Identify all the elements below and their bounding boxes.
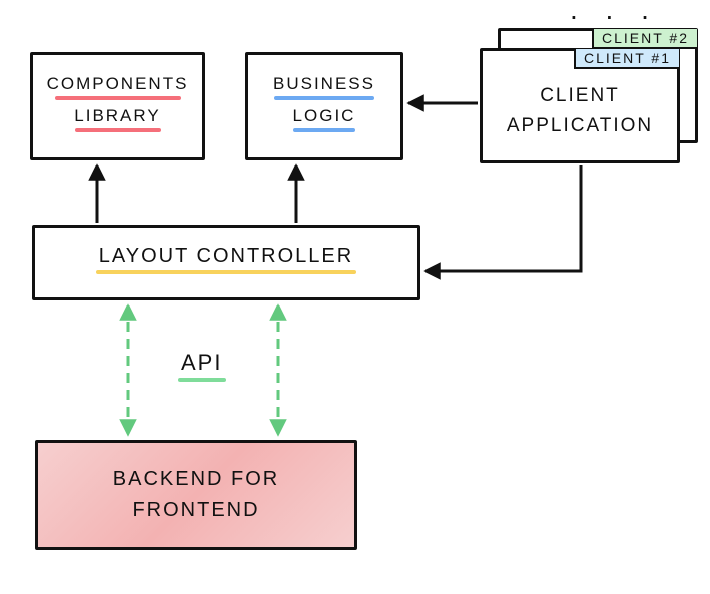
- diagram-canvas: . . . CLIENT #2 COMPONENTS LIBRARY BUSIN…: [0, 0, 710, 594]
- box-backend-for-frontend: BACKEND FOR FRONTEND: [35, 440, 357, 550]
- tag-client-1: CLIENT #1: [574, 49, 679, 69]
- underline-business: [274, 96, 374, 100]
- text-application: APPLICATION: [501, 115, 659, 137]
- underline-components: [55, 96, 181, 100]
- label-api: API: [175, 350, 228, 388]
- text-client: CLIENT: [534, 85, 626, 107]
- box-components-library: COMPONENTS LIBRARY: [30, 52, 205, 160]
- text-components: COMPONENTS: [41, 74, 195, 94]
- box-business-logic: BUSINESS LOGIC: [245, 52, 403, 160]
- text-api: API: [175, 350, 228, 376]
- arrow-client-to-layout: [425, 165, 581, 271]
- tag-client-2: CLIENT #2: [592, 29, 697, 49]
- text-logic: LOGIC: [287, 106, 362, 126]
- text-business: BUSINESS: [267, 74, 381, 94]
- underline-logic: [293, 128, 355, 132]
- underline-layout: [96, 270, 356, 274]
- text-bff-1: BACKEND FOR: [107, 468, 285, 491]
- ellipsis-icon: . . .: [570, 0, 659, 26]
- text-layout-controller: LAYOUT CONTROLLER: [93, 245, 359, 268]
- underline-library: [75, 128, 161, 132]
- box-client-app-1: CLIENT #1 CLIENT APPLICATION: [480, 48, 680, 163]
- box-layout-controller: LAYOUT CONTROLLER: [32, 225, 420, 300]
- underline-api: [178, 378, 226, 382]
- text-library: LIBRARY: [68, 106, 166, 126]
- text-bff-2: FRONTEND: [126, 499, 265, 522]
